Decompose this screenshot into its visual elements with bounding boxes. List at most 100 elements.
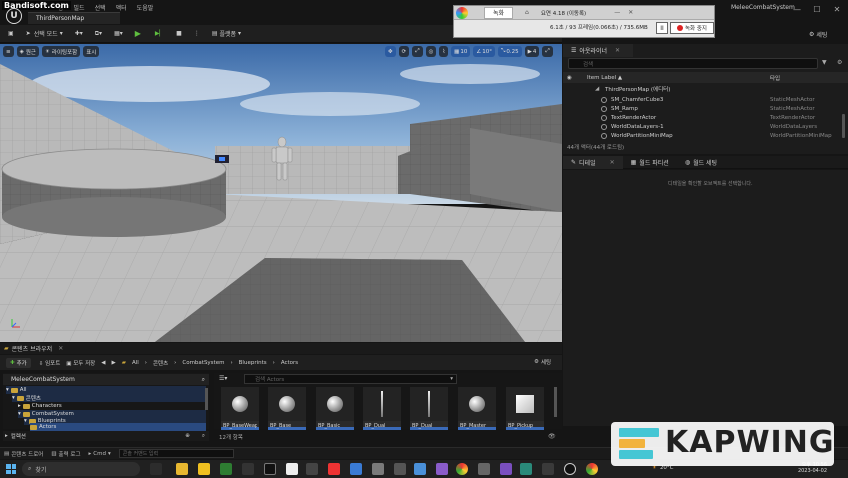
scale-icon[interactable]: ⤢ — [412, 46, 423, 57]
app-icon[interactable] — [542, 463, 554, 475]
app-icon[interactable] — [478, 463, 490, 475]
search-icon[interactable]: ⌕ — [202, 433, 205, 440]
platforms-button[interactable]: ▤ 플랫폼 ▾ — [208, 27, 245, 41]
blueprint-icon[interactable]: ⧉▾ — [91, 27, 106, 41]
play-step-icon[interactable]: ▶▏ — [151, 27, 168, 41]
tree-item-content[interactable]: ▾ 콘텐츠 — [12, 394, 206, 402]
viewport-menu-icon[interactable]: ≡ — [3, 46, 14, 57]
asset-tile[interactable]: BP_Pickup — [506, 387, 544, 430]
search-icon[interactable]: ⌕ — [202, 376, 205, 384]
asset-tile[interactable]: BP_Basic — [316, 387, 354, 430]
outliner-root-row[interactable]: ◢ ThirdPersonMap (에디터) — [563, 84, 848, 93]
outliner-tab[interactable]: ☰ 아웃라이너 ✕ — [563, 44, 633, 57]
app-icon[interactable] — [220, 463, 232, 475]
tab-details[interactable]: ✎ 디테일 ✕ — [563, 155, 623, 169]
app-icon[interactable] — [520, 463, 532, 475]
close-icon[interactable]: ✕ — [827, 2, 847, 16]
outliner-search-input[interactable]: 검색 — [568, 58, 818, 69]
console-command-input[interactable]: 콘솔 커맨드 입력 — [118, 449, 234, 458]
app-icon[interactable] — [436, 463, 448, 475]
asset-scrollbar[interactable] — [554, 387, 557, 417]
surface-snap-icon[interactable]: ⌇ — [439, 46, 449, 57]
content-browser-tab[interactable]: ▰ 콘텐츠 브라우저 ✕ — [0, 343, 562, 354]
bandicam-icon[interactable] — [586, 463, 598, 475]
world-local-icon[interactable]: ◎ — [425, 46, 437, 57]
content-drawer-button[interactable]: ▤ 콘텐츠 드로어 — [4, 450, 43, 458]
breadcrumb-content[interactable]: 콘텐츠 — [153, 359, 168, 367]
menu-help[interactable]: 도움말 — [137, 3, 154, 12]
file-explorer-icon[interactable] — [176, 463, 188, 475]
translate-icon[interactable]: ✥ — [385, 46, 396, 57]
app-icon[interactable] — [242, 463, 254, 475]
recorder-tab-record[interactable]: 녹화 — [484, 6, 514, 19]
pause-button[interactable]: II — [656, 22, 668, 34]
visibility-eye-icon[interactable]: ◉ — [567, 75, 572, 81]
asset-tile[interactable]: BP_Master — [458, 387, 496, 430]
outliner-row[interactable]: SM_Ramp StaticMeshActor — [563, 104, 848, 113]
asset-tile[interactable]: BP_BaseWeapon — [221, 387, 259, 430]
visual-studio-icon[interactable] — [500, 463, 512, 475]
add-actor-icon[interactable]: ✚▾ — [71, 27, 87, 41]
app-icon[interactable] — [328, 463, 340, 475]
breadcrumb-blueprints[interactable]: Blueprints — [239, 360, 267, 366]
perspective-button[interactable]: ◈ 원근 — [16, 46, 39, 57]
app-icon[interactable] — [306, 463, 318, 475]
play-icon[interactable]: ▶ — [131, 27, 145, 41]
home-icon[interactable]: ⌂ — [525, 9, 529, 16]
select-mode-button[interactable]: ➤ 선택 모드 ▾ — [22, 27, 67, 41]
stop-recording-button[interactable]: 녹화 중지 — [670, 22, 714, 34]
tree-item-actors[interactable]: Actors — [30, 423, 206, 431]
save-icon[interactable]: ▣ — [4, 27, 18, 41]
tab-map[interactable]: ThirdPersonMap — [28, 12, 120, 24]
outliner-row[interactable]: SM_ChamferCube3 StaticMeshActor — [563, 95, 848, 104]
maximize-viewport-icon[interactable]: ⤢ — [542, 46, 553, 57]
collections-header[interactable]: ▸ 컬렉션 ⊕ ⌕ — [3, 431, 209, 441]
chrome-icon[interactable] — [456, 463, 468, 475]
app-icon[interactable] — [264, 463, 276, 475]
column-type[interactable]: 타입 — [770, 74, 780, 82]
tab-world-partition[interactable]: ▦ 월드 파티션 — [623, 156, 677, 169]
tree-scrollbar[interactable] — [205, 388, 208, 410]
unreal-engine-icon[interactable] — [564, 463, 576, 475]
app-icon[interactable] — [372, 463, 384, 475]
gear-icon[interactable]: ⚙ — [837, 59, 842, 66]
tab-world-settings[interactable]: ◍ 월드 세팅 — [677, 156, 725, 169]
menu-select[interactable]: 선택 — [95, 3, 106, 12]
maximize-icon[interactable]: ☐ — [807, 2, 827, 16]
minimize-icon[interactable]: — — [614, 9, 620, 16]
outliner-scrollbar[interactable] — [842, 114, 845, 138]
rotate-icon[interactable]: ⟳ — [398, 46, 410, 57]
asset-tile[interactable]: BP_Dual — [410, 387, 448, 430]
taskbar-search-input[interactable]: ⌕ 찾기 — [22, 462, 140, 476]
add-button[interactable]: ✚ 추가 — [6, 357, 31, 368]
import-button[interactable]: ⇩ 임포트 — [39, 359, 61, 367]
app-icon[interactable] — [414, 463, 426, 475]
outliner-row[interactable]: WorldDataLayers-1 WorldDataLayers — [563, 122, 848, 131]
grid-snap-button[interactable]: ▦ 10 — [451, 46, 471, 57]
app-icon[interactable] — [350, 463, 362, 475]
breadcrumb-actors[interactable]: Actors — [281, 360, 298, 366]
cmd-button[interactable]: ▸ Cmd ▾ — [89, 451, 111, 457]
save-all-button[interactable]: ▣ 모두 저장 — [66, 359, 95, 367]
windows-start-icon[interactable] — [6, 464, 16, 474]
settings-button[interactable]: ⚙ 세팅 — [809, 30, 827, 39]
close-icon[interactable]: ✕ — [58, 345, 63, 352]
column-item-label[interactable]: Item Label ▲ — [587, 75, 622, 81]
breadcrumb-combatsystem[interactable]: CombatSystem — [182, 360, 224, 366]
tree-item-characters[interactable]: ▸ Characters — [18, 402, 62, 410]
app-icon[interactable] — [286, 463, 298, 475]
close-icon[interactable]: ✕ — [610, 159, 615, 166]
angle-snap-button[interactable]: ∠ 10° — [473, 46, 496, 57]
outliner-row[interactable]: TextRenderActor TextRenderActor — [563, 113, 848, 122]
filter-icon[interactable]: ▼ — [822, 59, 827, 66]
lit-button[interactable]: ☀ 라이팅포함 — [41, 46, 81, 57]
forward-icon[interactable]: ▶ — [111, 360, 115, 366]
minimize-icon[interactable]: — — [787, 2, 807, 16]
add-icon[interactable]: ⊕ — [185, 433, 190, 439]
asset-tile[interactable]: BP_Dual — [363, 387, 401, 430]
tree-item-all[interactable]: ▾ All — [6, 386, 206, 394]
scale-snap-button[interactable]: ⤡ 0.25 — [498, 46, 522, 57]
app-icon[interactable] — [198, 463, 210, 475]
menu-build[interactable]: 빌드 — [74, 3, 85, 12]
breadcrumb-all[interactable]: All — [132, 360, 139, 366]
